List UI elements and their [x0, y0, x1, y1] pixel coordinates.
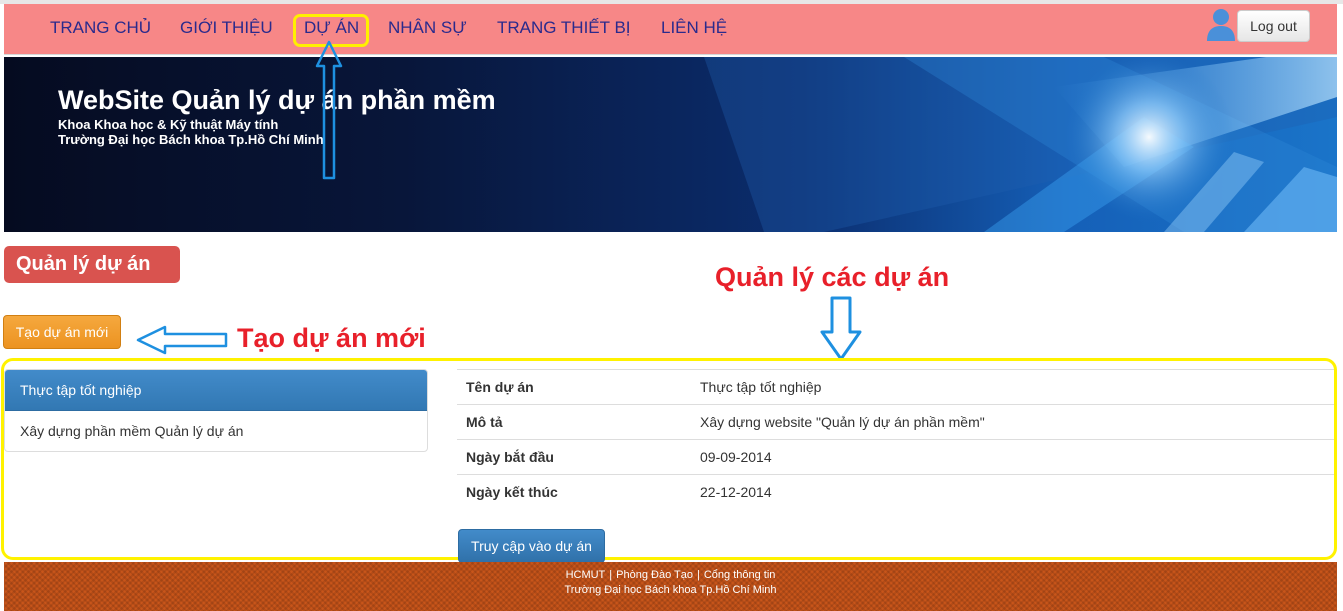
- annotation-create-project: Tạo dự án mới: [237, 323, 426, 353]
- site-title: WebSite Quản lý dự án phần mềm: [58, 85, 496, 115]
- nav-item-about[interactable]: GIỚI THIỆU: [180, 18, 273, 38]
- footer-separator: |: [609, 569, 613, 581]
- arrow-up-icon: [315, 40, 343, 180]
- faculty-name: Khoa Khoa học & Kỹ thuật Máy tính: [58, 117, 279, 132]
- top-navbar: TRANG CHỦ GIỚI THIỆU DỰ ÁN NHÂN SỰ TRANG…: [4, 4, 1337, 55]
- footer-university-name: Trường Đại học Bách khoa Tp.Hồ Chí Minh: [564, 584, 777, 596]
- footer-separator: |: [697, 569, 700, 581]
- footer-link-training-office[interactable]: Phòng Đào Tạo: [616, 569, 693, 581]
- nav-item-equipment[interactable]: TRANG THIẾT BỊ: [497, 18, 631, 38]
- logout-button[interactable]: Log out: [1237, 10, 1310, 42]
- arrow-down-icon: [820, 296, 862, 361]
- header-banner: WebSite Quản lý dự án phần mềm Khoa Khoa…: [4, 57, 1337, 232]
- nav-item-contact[interactable]: LIÊN HỆ: [661, 18, 727, 38]
- footer-links: HCMUT | Phòng Đào Tạo | Cổng thông tin: [4, 569, 1337, 581]
- footer-link-portal[interactable]: Cổng thông tin: [704, 569, 776, 581]
- arrow-left-icon: [136, 325, 228, 355]
- access-project-button[interactable]: Truy cập vào dự án: [458, 529, 605, 563]
- annotation-manage-projects: Quản lý các dự án: [715, 262, 950, 292]
- create-project-button[interactable]: Tạo dự án mới: [3, 315, 121, 349]
- user-icon[interactable]: [1206, 7, 1236, 41]
- footer-link-hcmut[interactable]: HCMUT: [566, 569, 606, 581]
- projects-highlight-box: [1, 358, 1337, 560]
- nav-item-home[interactable]: TRANG CHỦ: [50, 18, 151, 38]
- footer: HCMUT | Phòng Đào Tạo | Cổng thông tin Trườn…: [4, 562, 1337, 611]
- page-title: Quản lý dự án: [4, 246, 180, 283]
- university-name: Trường Đại học Bách khoa Tp.Hồ Chí Minh: [58, 132, 324, 147]
- nav-item-staff[interactable]: NHÂN SỰ: [388, 18, 467, 38]
